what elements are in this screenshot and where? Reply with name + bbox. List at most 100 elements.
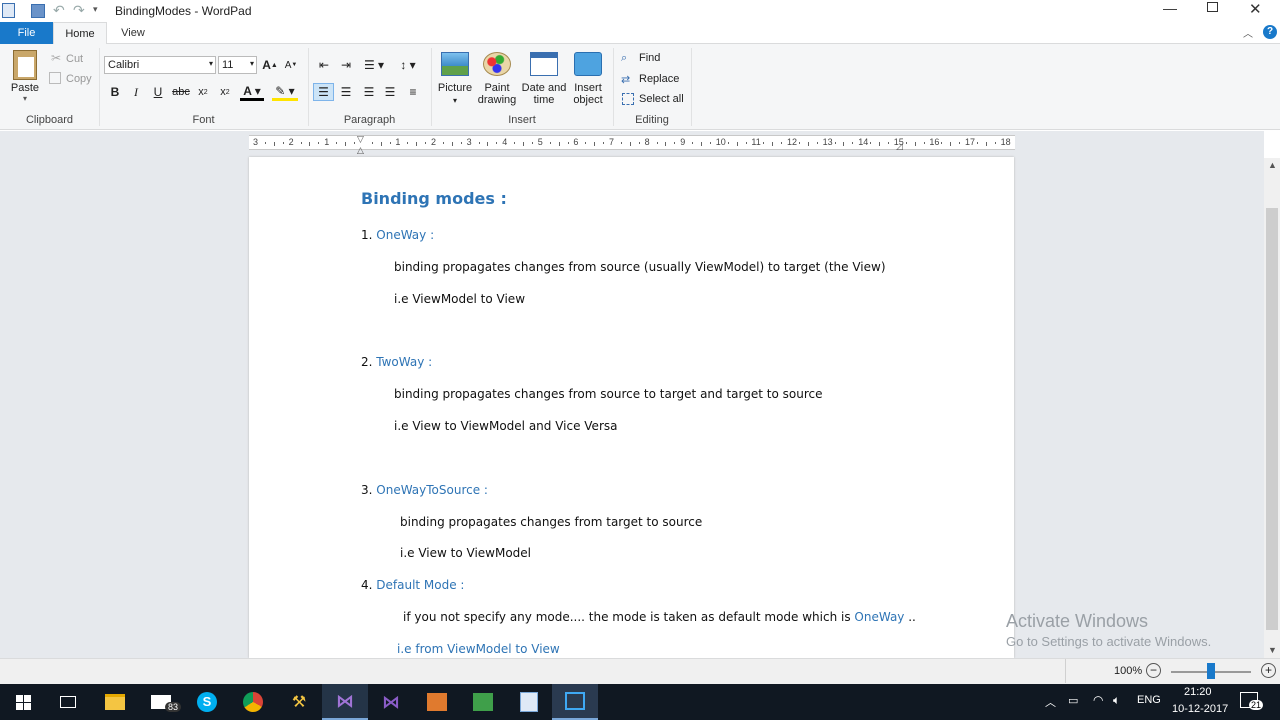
bold-icon[interactable]: B	[107, 83, 123, 101]
ruler-tick	[745, 142, 747, 144]
copy-button[interactable]: Copy	[66, 73, 92, 85]
input-language[interactable]: ENG	[1137, 694, 1161, 706]
wordpad-app-icon[interactable]	[2, 3, 15, 18]
right-indent-marker[interactable]: ◿	[896, 141, 903, 152]
font-size-select[interactable]: 11 ▾	[218, 56, 257, 74]
shrink-font-icon[interactable]: A ▼	[283, 56, 299, 74]
line-spacing-icon[interactable]: ↕ ▾	[396, 56, 420, 74]
insert-object-button[interactable]: Insert object	[569, 48, 607, 106]
paragraph-settings-icon[interactable]: ≡	[404, 83, 422, 101]
left-indent-marker[interactable]: △	[357, 145, 364, 156]
restore-button[interactable]	[1207, 2, 1218, 12]
taskbar-visual-studio-1[interactable]: ⋈	[322, 684, 368, 720]
tab-view[interactable]: View	[107, 22, 159, 44]
taskbar-visual-studio-2[interactable]: ⋈	[368, 684, 414, 720]
taskbar-file-explorer[interactable]	[92, 684, 138, 720]
ruler-tick	[585, 142, 587, 144]
bullets-icon[interactable]: ☰ ▾	[360, 56, 388, 74]
scrollbar-thumb[interactable]	[1266, 208, 1278, 630]
minimize-button[interactable]: —	[1163, 0, 1177, 16]
paint-drawing-button[interactable]: Paint drawing	[476, 48, 518, 106]
taskbar-chrome[interactable]	[230, 684, 276, 720]
ribbon: Paste ▾ ✂ Cut Copy Clipboard Calibri ▾ 1…	[0, 44, 1280, 130]
show-hidden-icons[interactable]: ︿	[1045, 694, 1056, 710]
list-item-default-mode: 4. Default Mode :	[361, 578, 464, 592]
paste-button[interactable]: Paste ▾	[8, 48, 42, 108]
strikethrough-icon[interactable]: abc	[172, 83, 190, 101]
task-view-button[interactable]	[45, 684, 91, 720]
document-page[interactable]: Binding modes : 1. OneWay : binding prop…	[249, 157, 1014, 658]
increase-indent-icon[interactable]: ⇥	[337, 56, 355, 74]
close-button[interactable]: ✕	[1249, 0, 1262, 18]
customize-qat-icon[interactable]: ▾	[93, 4, 98, 15]
scroll-down-icon[interactable]: ▼	[1268, 645, 1277, 655]
cut-button[interactable]: Cut	[66, 53, 83, 65]
find-button[interactable]: Find	[639, 52, 660, 64]
ruler-tick-label: 5	[537, 137, 543, 147]
ruler-tick-label: 17	[965, 137, 976, 147]
italic-icon[interactable]: I	[128, 83, 144, 101]
paint-label-1: Paint	[484, 82, 510, 94]
select-all-button[interactable]: Select all	[639, 93, 684, 105]
zoom-out-icon[interactable]: −	[1146, 663, 1161, 678]
taskbar-active-app[interactable]	[552, 684, 598, 720]
tab-file[interactable]: File	[0, 22, 53, 44]
zoom-in-icon[interactable]: +	[1261, 663, 1276, 678]
align-center-icon[interactable]: ☰	[337, 83, 355, 101]
replace-button[interactable]: Replace	[639, 73, 679, 85]
ruler-tick	[567, 142, 569, 144]
vertical-scrollbar[interactable]: ▲ ▼	[1264, 158, 1280, 658]
clock-date[interactable]: 10-12-2017	[1172, 703, 1228, 715]
start-button[interactable]	[0, 684, 46, 720]
taskbar-tools[interactable]: ⚒	[276, 684, 322, 720]
ruler-tick-label: 4	[502, 137, 508, 147]
zoom-level: 100%	[1114, 665, 1143, 677]
font-family-value: Calibri	[108, 59, 140, 71]
mode-title: OneWay :	[376, 228, 435, 242]
collapse-ribbon-icon[interactable]: ︿	[1243, 25, 1253, 40]
task-view-icon	[60, 696, 76, 708]
date-time-button[interactable]: Date and time	[520, 48, 568, 106]
help-icon[interactable]: ?	[1263, 25, 1277, 39]
ruler-tick-label: 6	[573, 137, 579, 147]
wifi-icon[interactable]: ◠	[1093, 693, 1103, 707]
grow-font-icon[interactable]: A ▲	[262, 56, 278, 74]
undo-icon[interactable]: ↶	[53, 2, 65, 19]
align-left-icon[interactable]: ☰	[313, 83, 334, 101]
ruler-tick	[264, 142, 266, 144]
editing-group-label: Editing	[635, 114, 669, 126]
ruler-tick	[807, 142, 809, 146]
underline-icon[interactable]: U	[150, 83, 166, 101]
font-family-select[interactable]: Calibri ▾	[104, 56, 216, 74]
volume-icon[interactable]: 🔈︎	[1113, 693, 1120, 708]
superscript-icon[interactable]: x2	[217, 83, 233, 101]
taskbar-wordpad[interactable]	[506, 684, 552, 720]
taskbar-mail[interactable]: 83	[138, 684, 184, 720]
power-icon[interactable]: ▭	[1068, 694, 1078, 707]
ruler-tick	[638, 142, 640, 144]
tab-home[interactable]: Home	[53, 22, 107, 45]
ruler-tick	[380, 142, 382, 146]
ruler[interactable]: 3 2 1 1 2 3 4 5 6 7 8 9 10 11 12 13 14 15 16 17 18 ▽ △ ◿	[249, 134, 1015, 155]
ruler-tick	[834, 142, 836, 144]
taskbar-app-green[interactable]	[460, 684, 506, 720]
mode-title: TwoWay :	[376, 355, 433, 369]
clock-time[interactable]: 21:20	[1184, 686, 1212, 698]
subscript-icon[interactable]: x2	[195, 83, 211, 101]
highlight-icon[interactable]: ✎ ▾	[272, 83, 298, 101]
scroll-up-icon[interactable]: ▲	[1268, 160, 1277, 170]
insert-picture-button[interactable]: Picture ▾	[436, 48, 474, 107]
redo-icon[interactable]: ↷	[73, 2, 85, 19]
zoom-slider-thumb[interactable]	[1207, 663, 1215, 679]
taskbar-app-orange[interactable]	[414, 684, 460, 720]
ruler-tick	[692, 142, 694, 144]
decrease-indent-icon[interactable]: ⇤	[315, 56, 333, 74]
ruler-tick-label: 1	[395, 137, 401, 147]
text-color-icon[interactable]: A ▾	[240, 83, 264, 101]
paste-label: Paste	[10, 82, 40, 94]
justify-icon[interactable]: ☰	[381, 83, 399, 101]
align-right-icon[interactable]: ☰	[360, 83, 378, 101]
taskbar-skype[interactable]: S	[184, 684, 230, 720]
save-icon[interactable]	[31, 4, 45, 18]
first-line-indent-marker[interactable]: ▽	[357, 134, 364, 145]
